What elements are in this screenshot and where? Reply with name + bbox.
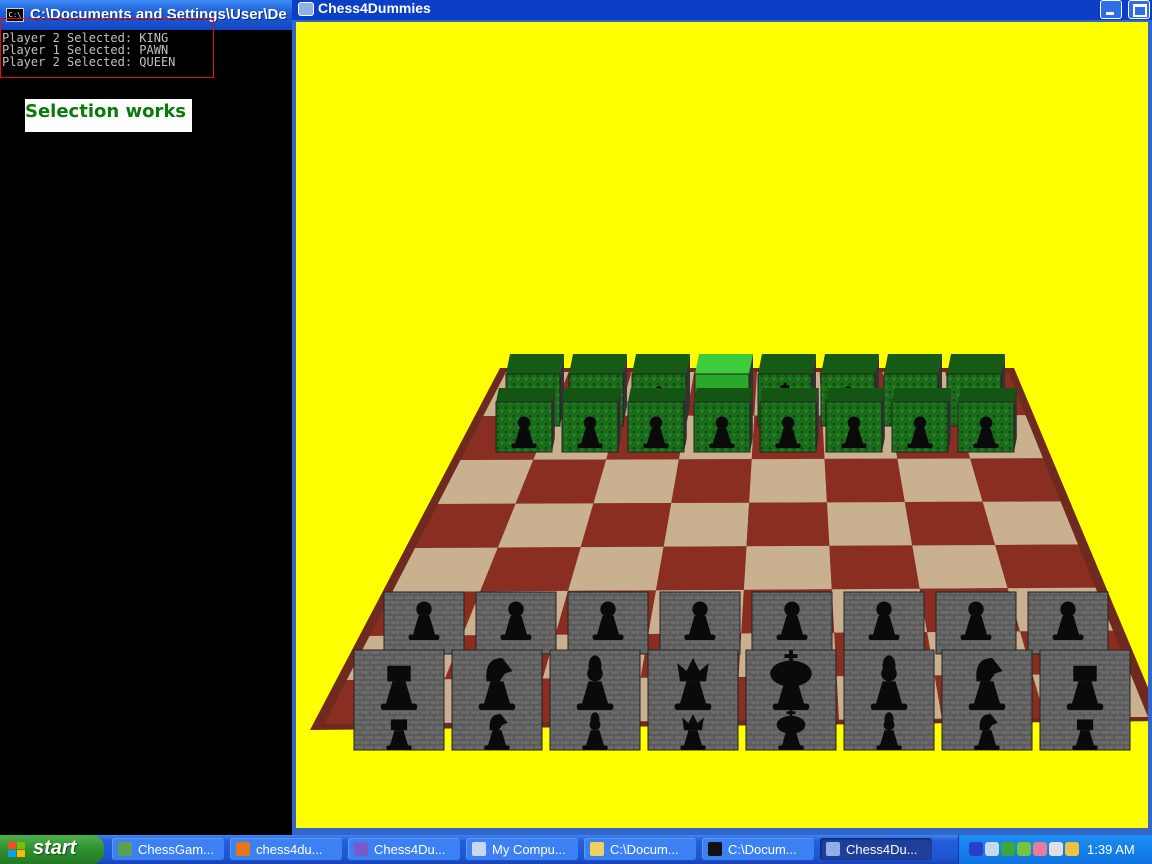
minimize-button[interactable] (1100, 0, 1122, 19)
highlight-box (0, 18, 214, 78)
folder-icon (590, 842, 604, 856)
printer-icon[interactable] (1049, 842, 1063, 856)
taskbar: start ChessGam... chess4du... Chess4Du... M… (0, 835, 1152, 864)
piece-cube-top (760, 388, 819, 402)
window-icon (826, 842, 840, 856)
volume-icon[interactable] (1065, 842, 1079, 856)
console-icon (708, 842, 722, 856)
taskbar-button-label: chess4du... (256, 842, 323, 857)
board-square[interactable] (743, 545, 832, 590)
board-square[interactable] (671, 459, 752, 504)
antivirus-icon[interactable] (1017, 842, 1031, 856)
piece-cube-top (506, 354, 564, 374)
piece-cube-top (694, 388, 753, 402)
annotation-text: Selection works (25, 101, 186, 122)
taskbar-button[interactable]: ChessGam... (112, 838, 224, 860)
messenger-icon[interactable] (1033, 842, 1047, 856)
taskbar-button-label: C:\Docum... (728, 842, 797, 857)
piece-cube-top (628, 388, 687, 402)
start-button[interactable]: start (0, 835, 104, 864)
piece-cube-top (562, 388, 621, 402)
board-square[interactable] (746, 502, 830, 547)
piece-cube-top (947, 354, 1005, 374)
board-square[interactable] (829, 545, 920, 590)
monitor-icon[interactable] (985, 842, 999, 856)
taskbar-button[interactable]: My Compu... (466, 838, 578, 860)
board-square[interactable] (824, 458, 905, 503)
board-square[interactable] (568, 546, 664, 591)
board-square[interactable] (904, 501, 996, 546)
piece-cube-top (569, 354, 627, 374)
board-square[interactable] (580, 503, 672, 548)
visual-studio-icon (354, 842, 368, 856)
board-square[interactable] (749, 458, 827, 503)
chess-titlebar[interactable]: Chess4Dummies (292, 0, 1152, 20)
board-square[interactable] (912, 544, 1008, 589)
computer-icon (472, 842, 486, 856)
piece-cube-top (758, 354, 816, 374)
taskbar-button-label: C:\Docum... (610, 842, 679, 857)
start-label: start (33, 837, 77, 859)
taskbar-button-label: Chess4Du... (374, 842, 446, 857)
taskbar-button[interactable]: C:\Docum... (584, 838, 696, 860)
piece-cube-top (958, 388, 1017, 402)
piece-cube-top (496, 388, 555, 402)
piece-cube-top (892, 388, 951, 402)
system-tray: 1:39 AM (958, 835, 1152, 864)
piece-cube-top (826, 388, 885, 402)
taskbar-button-label: My Compu... (492, 842, 566, 857)
window-icon (298, 2, 314, 16)
chess-scene[interactable] (296, 22, 1148, 828)
chess-window[interactable]: Chess4Dummies (292, 0, 1152, 835)
board-square[interactable] (663, 502, 750, 547)
board-square[interactable] (897, 458, 983, 503)
windows-logo-icon (8, 842, 26, 858)
piece-cube-top (695, 354, 753, 374)
taskbar-button[interactable]: chess4du... (230, 838, 342, 860)
taskbar-button[interactable]: Chess4Du... (820, 838, 932, 860)
shield-icon[interactable] (1001, 842, 1015, 856)
maximize-button[interactable] (1128, 0, 1150, 19)
network-icon[interactable] (969, 842, 983, 856)
taskbar-button-label: Chess4Du... (846, 842, 918, 857)
app-icon (118, 842, 132, 856)
clock[interactable]: 1:39 AM (1087, 842, 1135, 857)
console-window[interactable]: C:\ C:\Documents and Settings\User\De Pl… (0, 0, 294, 835)
piece-cube-top (821, 354, 879, 374)
piece-cube-top (632, 354, 690, 374)
annotation-label: Selection works (25, 99, 192, 132)
board-square[interactable] (826, 502, 913, 546)
game-viewport[interactable] (296, 22, 1148, 828)
taskbar-button[interactable]: C:\Docum... (702, 838, 814, 860)
board-square[interactable] (995, 544, 1096, 589)
taskbar-button[interactable]: Chess4Du... (348, 838, 460, 860)
chess-title: Chess4Dummies (318, 0, 431, 16)
board-square[interactable] (593, 459, 679, 504)
firefox-icon (236, 842, 250, 856)
piece-cube-top (884, 354, 942, 374)
board-square[interactable] (655, 546, 747, 591)
taskbar-button-label: ChessGam... (138, 842, 214, 857)
